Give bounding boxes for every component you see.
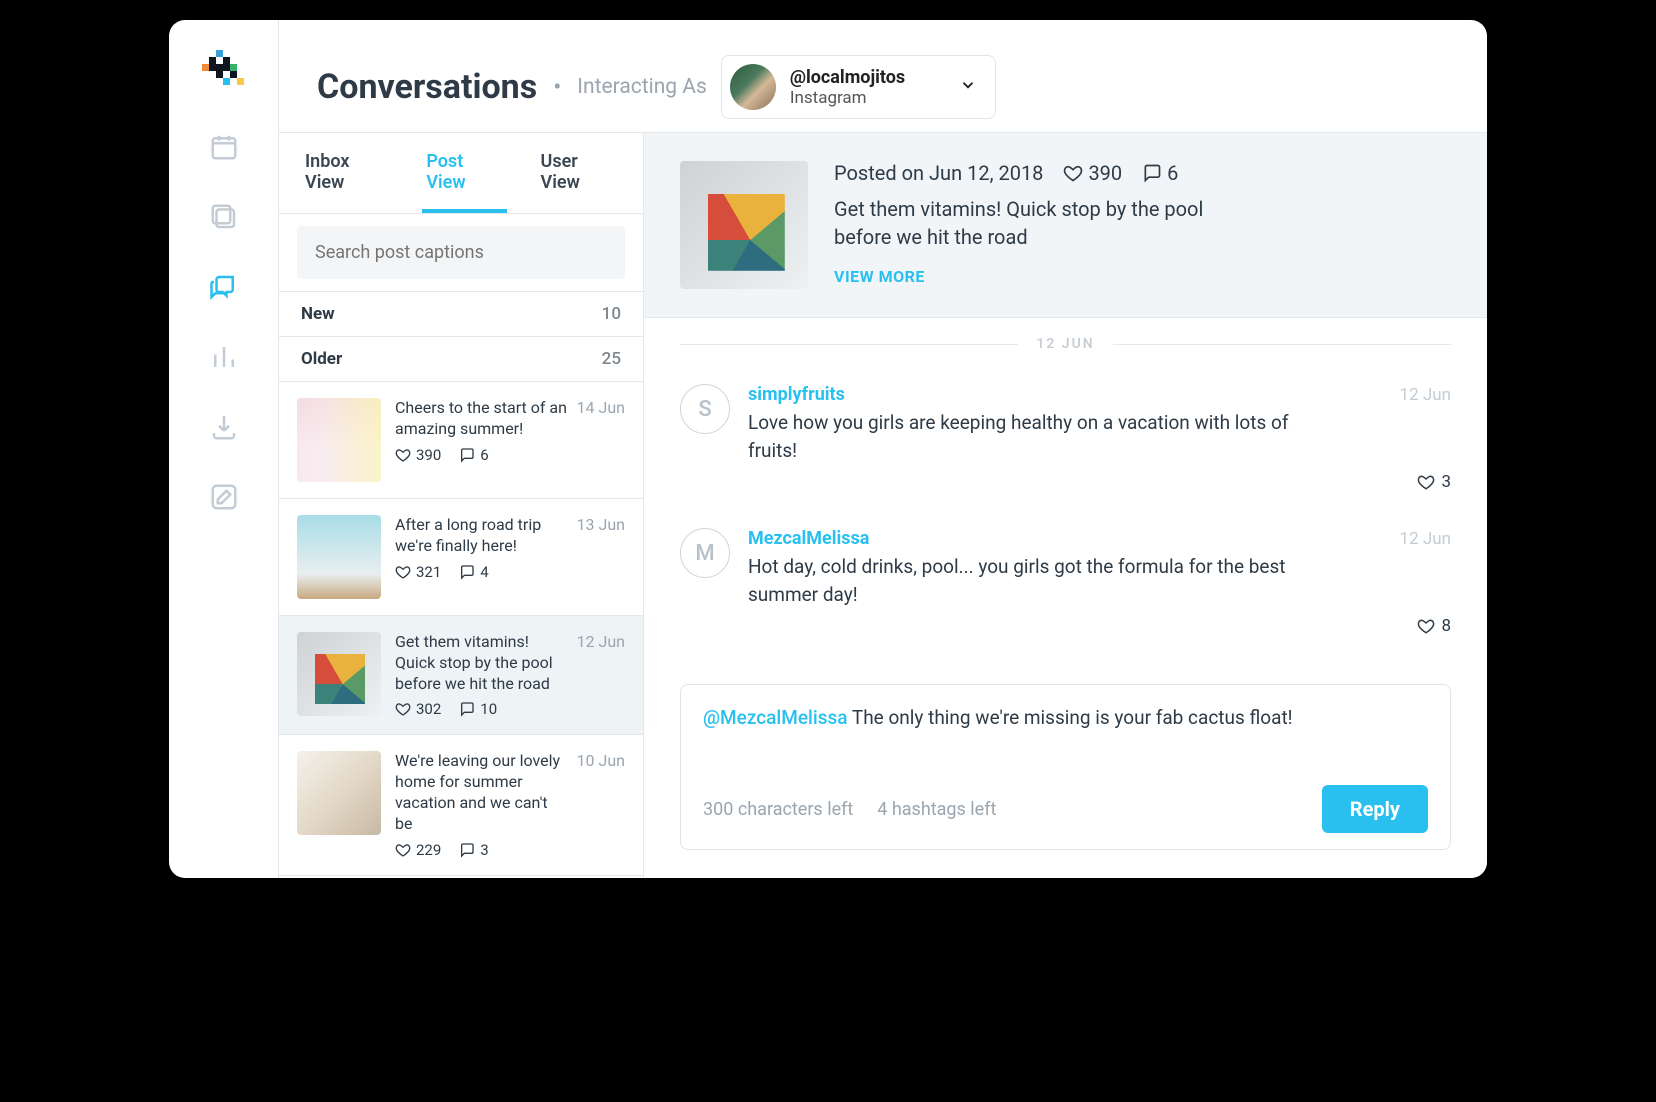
post-thumb [297,515,381,599]
compose-icon[interactable] [207,480,241,514]
section-older[interactable]: Older 25 [279,337,643,382]
post-caption: We're leaving our lovely home for summer… [395,751,569,834]
page-title: Conversations [317,67,537,107]
section-new-count: 10 [602,304,621,324]
nav-rail [169,20,279,878]
view-tabs: Inbox View Post View User View [279,133,643,214]
post-detail-thumb [680,161,808,289]
post-item[interactable]: We're leaving our lovely home for summer… [279,735,643,875]
post-caption: Cheers to the start of an amazing summer… [395,398,569,440]
comment-likes[interactable]: 3 [748,472,1451,492]
download-icon[interactable] [207,410,241,444]
media-icon[interactable] [207,200,241,234]
post-date: 13 Jun [577,515,625,557]
comment-text: Love how you girls are keeping healthy o… [748,409,1308,464]
post-comments: 10 [459,700,497,718]
section-new-label: New [301,304,335,324]
post-likes: 390 [395,446,441,464]
reply-input[interactable]: @MezcalMelissa The only thing we're miss… [703,705,1428,745]
interacting-as-label: Interacting As [577,75,707,99]
post-caption: Get them vitamins! Quick stop by the poo… [395,632,569,694]
post-caption: After a long road trip we're finally her… [395,515,569,557]
post-comments: 4 [459,563,488,581]
chars-left: 300 characters left [703,799,853,820]
post-comments: 6 [1142,161,1178,185]
post-comments: 3 [459,841,488,859]
account-handle: @localmojitos [790,67,905,88]
post-detail-caption: Get them vitamins! Quick stop by the poo… [834,195,1264,251]
chevron-down-icon [959,76,977,98]
post-thumb [297,398,381,482]
post-item[interactable]: After a long road trip we're finally her… [279,499,643,616]
app-logo [202,50,246,94]
conversation-panel: Posted on Jun 12, 2018 390 6 Get them vi… [644,133,1487,878]
reply-box[interactable]: @MezcalMelissa The only thing we're miss… [680,684,1451,850]
account-picker[interactable]: @localmojitos Instagram [721,55,996,119]
analytics-icon[interactable] [207,340,241,374]
comment-list: Ssimplyfruits 12 Jun Love how you girls ar… [644,360,1487,684]
tab-post-view[interactable]: Post View [422,133,506,213]
comment-user[interactable]: simplyfruits [748,384,845,405]
comment-date: 12 Jun [1400,385,1451,405]
hashtags-left: 4 hashtags left [877,799,996,820]
section-older-label: Older [301,349,342,369]
comment-text: Hot day, cold drinks, pool... you girls … [748,553,1308,608]
comment-avatar: S [680,384,730,434]
post-likes: 229 [395,841,441,859]
search-input[interactable] [297,226,625,279]
reply-button[interactable]: Reply [1322,785,1428,833]
post-list: Cheers to the start of an amazing summer… [279,382,643,878]
post-thumb [297,632,381,716]
tab-inbox-view[interactable]: Inbox View [301,133,392,213]
comment-user[interactable]: MezcalMelissa [748,528,869,549]
tab-user-view[interactable]: User View [537,133,622,213]
comment-avatar: M [680,528,730,578]
separator-dot: • [551,73,563,101]
conversations-icon[interactable] [207,270,241,304]
post-likes: 302 [395,700,441,718]
post-likes: 321 [395,563,441,581]
page-header: Conversations • Interacting As @localmoj… [279,20,1487,132]
date-divider: 12 JUN [644,318,1487,360]
post-list-panel: Inbox View Post View User View New 10 Ol… [279,133,644,878]
post-date: 12 Jun [577,632,625,694]
comment: Ssimplyfruits 12 Jun Love how you girls ar… [680,366,1451,510]
posted-on-label: Posted on Jun 12, 2018 [834,161,1043,185]
calendar-icon[interactable] [207,130,241,164]
post-date: 10 Jun [577,751,625,834]
post-date: 14 Jun [577,398,625,440]
post-comments: 6 [459,446,488,464]
post-detail-header: Posted on Jun 12, 2018 390 6 Get them vi… [644,133,1487,318]
comment-likes[interactable]: 8 [748,616,1451,636]
comment: M MezcalMelissa 12 Jun Hot day, cold drinks… [680,510,1451,654]
section-older-count: 25 [602,349,621,369]
post-thumb [297,751,381,835]
post-item[interactable]: Get them vitamins! Quick stop by the poo… [279,616,643,735]
view-more-button[interactable]: VIEW MORE [834,267,1451,286]
app-window: Conversations • Interacting As @localmoj… [169,20,1487,878]
post-item[interactable]: Cheers to the start of an amazing summer… [279,382,643,499]
section-new[interactable]: New 10 [279,292,643,337]
account-avatar [730,64,776,110]
post-likes: 390 [1063,161,1122,185]
comment-date: 12 Jun [1400,529,1451,549]
account-platform: Instagram [790,88,905,108]
